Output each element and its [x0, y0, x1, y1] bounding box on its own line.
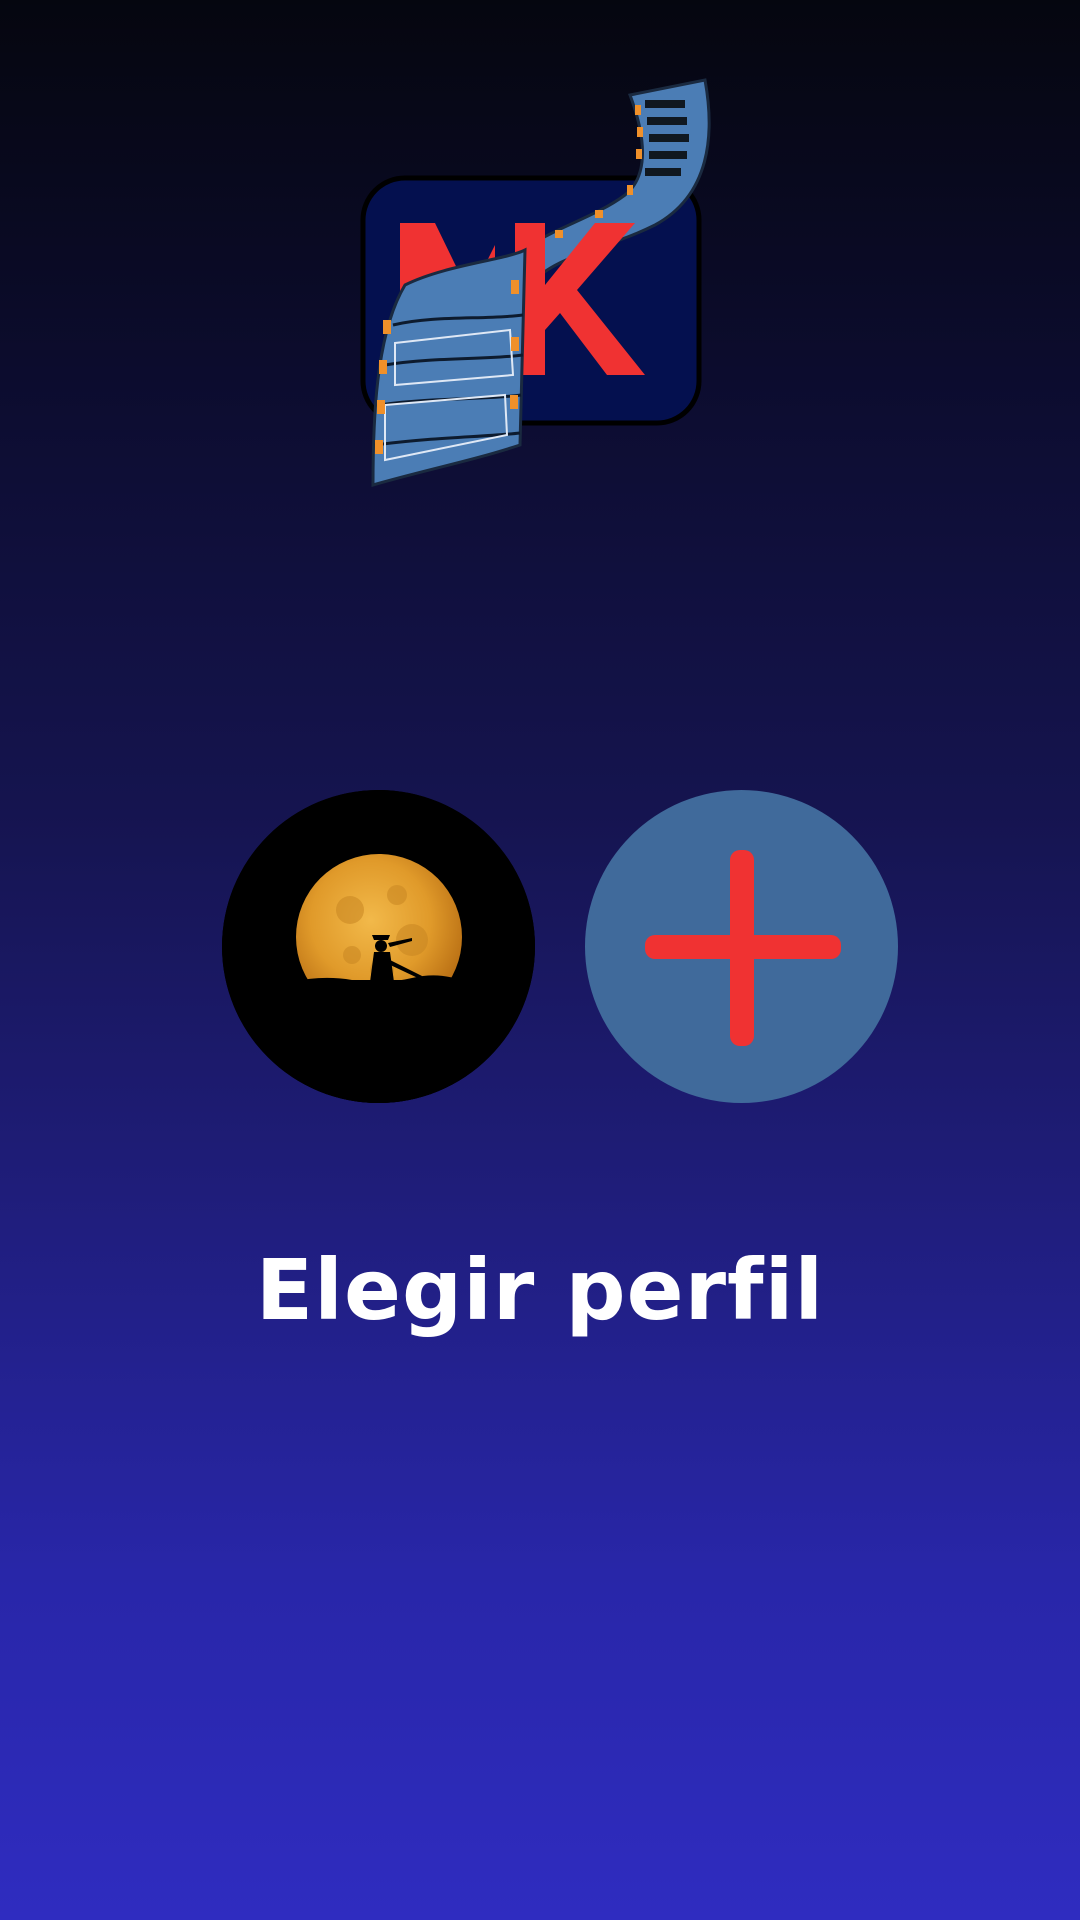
profile-avatar-samurai[interactable]	[222, 790, 535, 1103]
page-title: Elegir perfil	[255, 1241, 825, 1339]
app-logo: MK	[355, 75, 725, 495]
profile-selection-screen: MK	[0, 0, 1080, 1920]
profile-list	[0, 790, 1080, 1105]
logo-text: MK	[355, 75, 380, 79]
samurai-moon-avatar-image	[222, 790, 535, 1103]
add-profile-button[interactable]	[585, 790, 898, 1103]
plus-icon	[645, 850, 841, 1046]
